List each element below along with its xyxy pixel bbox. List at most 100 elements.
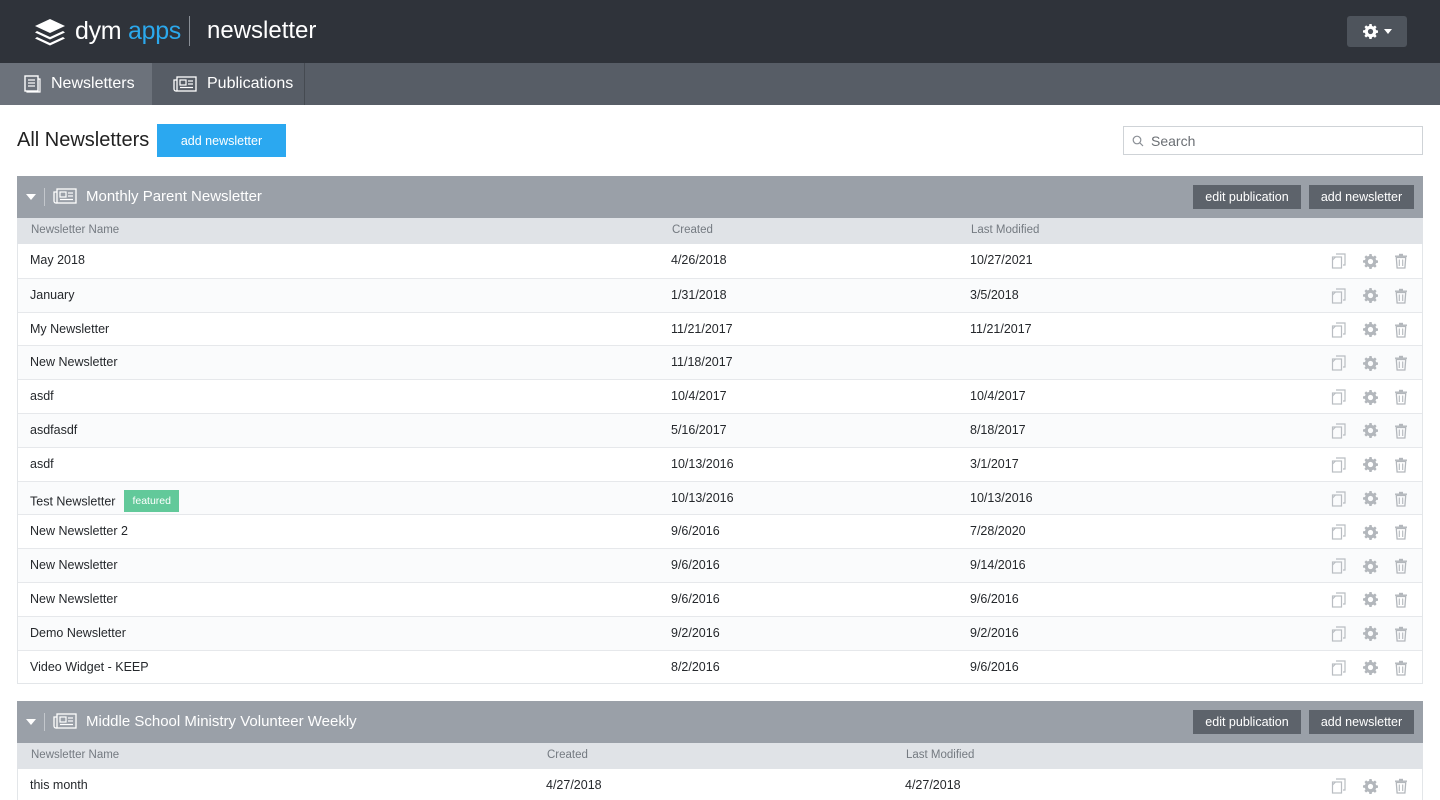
table-row[interactable]: this month 4/27/2018 4/27/2018 [18,769,1422,800]
gear-icon[interactable] [1361,456,1379,474]
newsletter-name[interactable]: May 2018 [30,253,85,267]
table-row[interactable]: asdfasdf 5/16/2017 8/18/2017 [18,412,1422,447]
gear-icon[interactable] [1361,625,1379,643]
column-header-created[interactable]: Created [547,749,588,761]
newsletter-name[interactable]: asdf [30,457,54,471]
column-header-modified[interactable]: Last Modified [971,224,1039,236]
column-header-modified[interactable]: Last Modified [906,749,974,761]
collapse-caret-icon[interactable] [26,719,36,725]
table-row[interactable]: Demo Newsletter 9/2/2016 9/2/2016 [18,615,1422,650]
duplicate-icon[interactable] [1330,523,1348,541]
table-row[interactable]: New Newsletter 9/6/2016 9/14/2016 [18,548,1422,582]
gear-icon[interactable] [1361,659,1379,677]
trash-icon[interactable] [1392,523,1410,541]
duplicate-icon[interactable] [1330,659,1348,677]
gear-icon[interactable] [1361,354,1379,372]
trash-icon[interactable] [1392,456,1410,474]
tab-publications[interactable]: Publications [152,63,305,105]
trash-icon[interactable] [1392,422,1410,440]
settings-dropdown-button[interactable] [1347,16,1407,47]
created-date: 9/6/2016 [671,524,720,539]
gear-icon[interactable] [1361,591,1379,609]
duplicate-icon[interactable] [1330,388,1348,406]
row-actions [1330,777,1410,795]
gear-icon[interactable] [1361,388,1379,406]
duplicate-icon[interactable] [1330,354,1348,372]
collapse-caret-icon[interactable] [26,194,36,200]
featured-badge: featured [124,489,179,512]
column-header-name[interactable]: Newsletter Name [31,224,119,236]
newsletter-name[interactable]: Demo Newsletter [30,626,126,640]
duplicate-icon[interactable] [1330,557,1348,575]
trash-icon[interactable] [1392,287,1410,305]
newsletter-name[interactable]: New Newsletter [30,592,118,606]
gear-icon[interactable] [1361,422,1379,440]
gear-icon[interactable] [1361,321,1379,339]
search-input[interactable] [1151,127,1419,154]
trash-icon[interactable] [1392,777,1410,795]
table-row[interactable]: Video Widget - KEEP 8/2/2016 9/6/2016 [18,649,1422,684]
trash-icon[interactable] [1392,625,1410,643]
gear-icon[interactable] [1361,287,1379,305]
trash-icon[interactable] [1392,659,1410,677]
edit-publication-button[interactable]: edit publication [1193,185,1301,209]
add-newsletter-button[interactable]: add newsletter [1309,710,1414,734]
gear-icon[interactable] [1361,490,1379,508]
table-row[interactable]: January 1/31/2018 3/5/2018 [18,277,1422,312]
gear-icon[interactable] [1361,777,1379,795]
trash-icon[interactable] [1392,557,1410,575]
created-date: 9/6/2016 [671,558,720,573]
newsletter-name[interactable]: January [30,288,74,302]
newsletter-name[interactable]: My Newsletter [30,322,109,336]
column-header-name[interactable]: Newsletter Name [31,749,119,761]
trash-icon[interactable] [1392,591,1410,609]
newsletter-name[interactable]: Test Newsletter featured [30,489,179,513]
publication-header: Middle School Ministry Volunteer Weekly e… [17,701,1423,743]
newsletter-name[interactable]: New Newsletter [30,355,118,369]
edit-publication-button[interactable]: edit publication [1193,710,1301,734]
tab-newsletters[interactable]: Newsletters [0,63,152,105]
trash-icon[interactable] [1392,490,1410,508]
table-row[interactable]: New Newsletter 11/18/2017 [18,345,1422,380]
brand-logo-text[interactable]: dym apps [75,16,181,46]
newsletter-name[interactable]: asdfasdf [30,423,77,437]
row-actions [1330,422,1410,440]
table-header: Newsletter Name Created Last Modified [17,743,1423,769]
newsletter-name[interactable]: asdf [30,389,54,403]
modified-date: 9/14/2016 [970,558,1026,573]
duplicate-icon[interactable] [1330,456,1348,474]
duplicate-icon[interactable] [1330,252,1348,270]
duplicate-icon[interactable] [1330,777,1348,795]
trash-icon[interactable] [1392,321,1410,339]
gear-icon[interactable] [1361,557,1379,575]
duplicate-icon[interactable] [1330,287,1348,305]
duplicate-icon[interactable] [1330,625,1348,643]
add-newsletter-button[interactable]: add newsletter [1309,185,1414,209]
table-row[interactable]: New Newsletter 2 9/6/2016 7/28/2020 [18,514,1422,549]
add-newsletter-button[interactable]: add newsletter [157,124,286,157]
header-divider [44,713,45,731]
newsletter-name[interactable]: New Newsletter 2 [30,524,128,538]
newsletter-name[interactable]: New Newsletter [30,558,118,572]
table-row[interactable]: Test Newsletter featured 10/13/2016 10/13/2… [18,480,1422,515]
newsletter-name[interactable]: this month [30,778,88,792]
trash-icon[interactable] [1392,354,1410,372]
table-row[interactable]: My Newsletter 11/21/2017 11/21/2017 [18,311,1422,346]
table-row[interactable]: May 2018 4/26/2018 10/27/2021 [18,244,1422,278]
duplicate-icon[interactable] [1330,321,1348,339]
table-row[interactable]: asdf 10/13/2016 3/1/2017 [18,446,1422,481]
gear-icon[interactable] [1361,252,1379,270]
trash-icon[interactable] [1392,388,1410,406]
table-row[interactable]: asdf 10/4/2017 10/4/2017 [18,379,1422,413]
column-header-created[interactable]: Created [672,224,713,236]
newsletter-name-text: My Newsletter [30,321,110,336]
trash-icon[interactable] [1392,252,1410,270]
newsletter-name-text: Video Widget - KEEP [30,659,149,674]
duplicate-icon[interactable] [1330,490,1348,508]
duplicate-icon[interactable] [1330,422,1348,440]
newsletter-name[interactable]: Video Widget - KEEP [30,660,149,674]
gear-icon[interactable] [1361,523,1379,541]
newsletter-name-text: May 2018 [30,253,85,267]
table-row[interactable]: New Newsletter 9/6/2016 9/6/2016 [18,581,1422,616]
duplicate-icon[interactable] [1330,591,1348,609]
